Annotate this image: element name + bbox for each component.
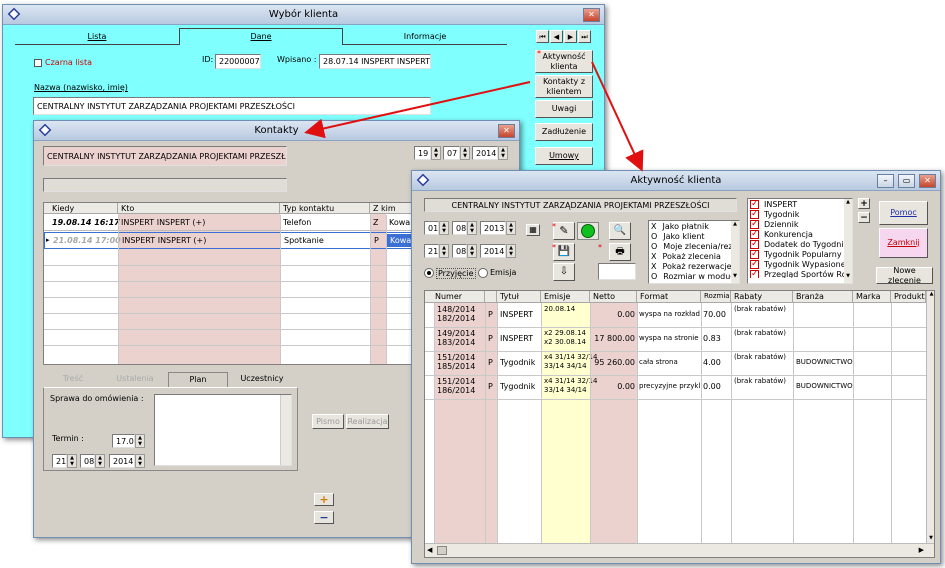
arrow-to-aktywnosc: [591, 61, 644, 172]
annotation-arrows: [304, 61, 644, 172]
arrow-to-kontakty: [304, 81, 531, 139]
